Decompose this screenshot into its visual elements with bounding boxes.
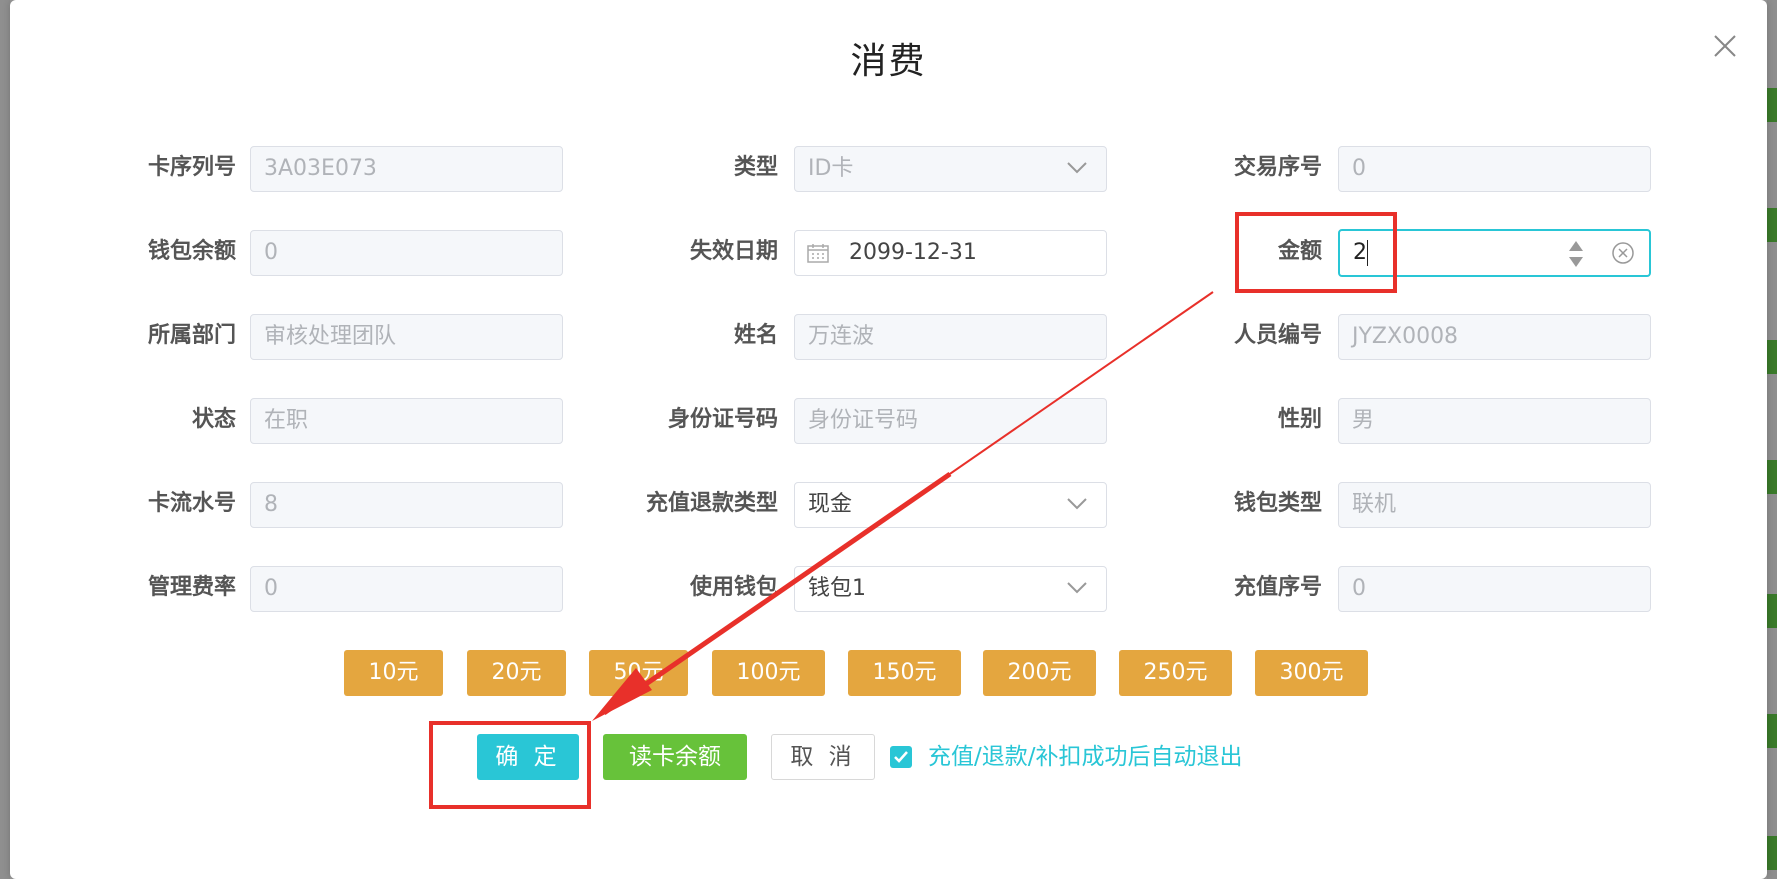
id-number-label: 身份证号码 [667, 407, 778, 432]
gender-label: 性别 [1277, 407, 1322, 432]
background-row-badge [1767, 836, 1777, 870]
wallet-type-label: 钱包类型 [1233, 491, 1322, 516]
dialog-title: 消费 [850, 41, 927, 82]
use-wallet-select[interactable]: 钱包1 [794, 566, 1107, 612]
background-row-badge [1767, 460, 1777, 494]
background-page-left [0, 0, 10, 879]
background-row-badge [1767, 208, 1777, 242]
stepper-icon[interactable] [1567, 239, 1585, 269]
auto-exit-label[interactable]: 充值/退款/补扣成功后自动退出 [928, 738, 1243, 776]
management-fee-field: 0 [250, 566, 563, 612]
card-flow-no-field: 8 [250, 482, 563, 528]
name-label: 姓名 [733, 323, 778, 348]
calendar-icon [807, 244, 829, 263]
status-label: 状态 [191, 407, 236, 432]
id-number-field: 身份证号码 [794, 398, 1107, 444]
annotation-box-confirm [429, 721, 591, 809]
expiry-date-picker[interactable]: 2099-12-31 [794, 230, 1107, 276]
quick-amount-200-button[interactable]: 200元 [983, 650, 1096, 696]
department-label: 所属部门 [147, 323, 236, 348]
auto-exit-checkbox[interactable] [890, 746, 912, 768]
card-serial-field: 3A03E073 [250, 146, 563, 192]
quick-amount-50-button[interactable]: 50元 [589, 650, 688, 696]
quick-amount-100-button[interactable]: 100元 [712, 650, 825, 696]
recharge-no-label: 充值序号 [1233, 575, 1322, 600]
wallet-balance-label: 钱包余额 [147, 239, 236, 264]
card-type-label: 类型 [733, 155, 778, 180]
consume-dialog: 消费 卡序列号 3A03E073 类型 ID卡 交易序号 0 钱包余额 0 失效… [10, 0, 1767, 879]
department-field: 审核处理团队 [250, 314, 563, 360]
chevron-down-icon [1067, 498, 1087, 510]
gender-field: 男 [1338, 398, 1651, 444]
status-field: 在职 [250, 398, 563, 444]
management-fee-label: 管理费率 [147, 575, 236, 600]
card-serial-label: 卡序列号 [147, 155, 236, 180]
background-row-badge [1767, 714, 1777, 748]
expiry-date-label: 失效日期 [689, 239, 778, 264]
clear-icon[interactable] [1611, 241, 1635, 265]
cancel-button[interactable]: 取 消 [771, 734, 875, 780]
wallet-balance-field: 0 [250, 230, 563, 276]
read-card-balance-button[interactable]: 读卡余额 [603, 734, 747, 780]
card-type-select: ID卡 [794, 146, 1107, 192]
quick-amount-20-button[interactable]: 20元 [467, 650, 566, 696]
background-row-badge [1767, 340, 1777, 374]
annotation-box-amount [1235, 212, 1397, 293]
quick-amount-300-button[interactable]: 300元 [1255, 650, 1368, 696]
chevron-down-icon [1067, 162, 1087, 174]
recharge-refund-type-value: 现金 [808, 492, 853, 517]
card-type-value: ID卡 [808, 156, 854, 181]
transaction-no-field: 0 [1338, 146, 1651, 192]
quick-amount-150-button[interactable]: 150元 [848, 650, 961, 696]
background-page-right [1767, 0, 1777, 879]
quick-amount-10-button[interactable]: 10元 [344, 650, 443, 696]
background-row-badge [1767, 594, 1777, 628]
chevron-down-icon [1067, 582, 1087, 594]
close-icon[interactable] [1711, 32, 1739, 60]
recharge-no-field: 0 [1338, 566, 1651, 612]
recharge-refund-type-select[interactable]: 现金 [794, 482, 1107, 528]
use-wallet-label: 使用钱包 [689, 575, 778, 600]
card-flow-no-label: 卡流水号 [147, 491, 236, 516]
checkmark-icon [894, 751, 908, 763]
quick-amount-250-button[interactable]: 250元 [1119, 650, 1232, 696]
use-wallet-value: 钱包1 [808, 576, 866, 601]
background-row-badge [1767, 88, 1777, 122]
staff-no-label: 人员编号 [1233, 323, 1322, 348]
name-field: 万连波 [794, 314, 1107, 360]
recharge-refund-type-label: 充值退款类型 [645, 491, 778, 516]
expiry-date-value: 2099-12-31 [849, 240, 977, 265]
close-button[interactable] [1711, 32, 1739, 60]
wallet-type-field: 联机 [1338, 482, 1651, 528]
transaction-no-label: 交易序号 [1233, 155, 1322, 180]
staff-no-field: JYZX0008 [1338, 314, 1651, 360]
